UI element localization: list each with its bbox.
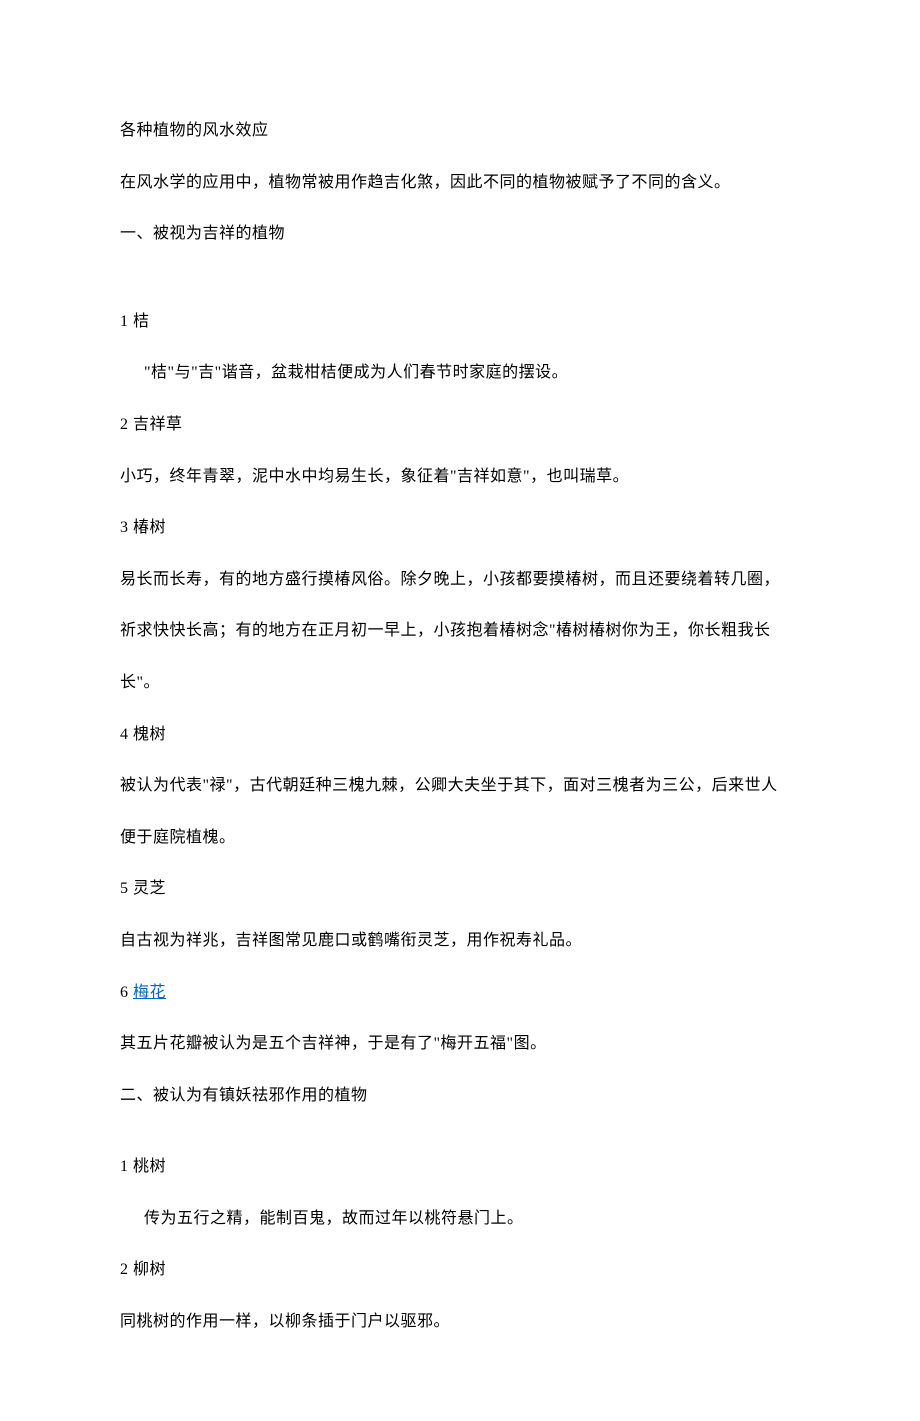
item-6-heading: 6 梅花	[120, 980, 800, 1006]
s2-item-1-desc: 传为五行之精，能制百鬼，故而过年以桃符悬门上。	[120, 1206, 800, 1232]
item-6-prefix: 6	[120, 984, 133, 1001]
document-page: 各种植物的风水效应 在风水学的应用中，植物常被用作趋吉化煞，因此不同的植物被赋予…	[0, 0, 920, 1421]
item-4-desc-line1: 被认为代表"禄"，古代朝廷种三槐九棘，公卿大夫坐于其下，面对三槐者为三公，后来世…	[120, 773, 800, 799]
s2-item-1-heading: 1 桃树	[120, 1154, 800, 1180]
spacer	[120, 1134, 800, 1154]
item-2-heading: 2 吉祥草	[120, 412, 800, 438]
spacer	[120, 273, 800, 309]
meihua-link[interactable]: 梅花	[133, 984, 166, 1001]
item-4-desc-line2: 便于庭院植槐。	[120, 825, 800, 851]
section-2-heading: 二、被认为有镇妖祛邪作用的植物	[120, 1083, 800, 1109]
item-2-desc: 小巧，终年青翠，泥中水中均易生长，象征着"吉祥如意"，也叫瑞草。	[120, 464, 800, 490]
s2-item-2-desc: 同桃树的作用一样，以柳条插于门户以驱邪。	[120, 1309, 800, 1335]
item-5-desc: 自古视为祥兆，吉祥图常见鹿口或鹤嘴衔灵芝，用作祝寿礼品。	[120, 928, 800, 954]
item-5-heading: 5 灵芝	[120, 876, 800, 902]
title: 各种植物的风水效应	[120, 118, 800, 144]
item-4-heading: 4 槐树	[120, 722, 800, 748]
section-1-heading: 一、被视为吉祥的植物	[120, 221, 800, 247]
item-3-desc-line2: 祈求快快长高；有的地方在正月初一早上，小孩抱着椿树念"椿树椿树你为王，你长粗我长	[120, 618, 800, 644]
item-3-desc-line1: 易长而长寿，有的地方盛行摸椿风俗。除夕晚上，小孩都要摸椿树，而且还要绕着转几圈，	[120, 567, 800, 593]
intro-paragraph: 在风水学的应用中，植物常被用作趋吉化煞，因此不同的植物被赋予了不同的含义。	[120, 170, 800, 196]
s2-item-2-heading: 2 柳树	[120, 1257, 800, 1283]
item-6-desc: 其五片花瓣被认为是五个吉祥神，于是有了"梅开五福"图。	[120, 1031, 800, 1057]
item-1-desc: "桔"与"吉"谐音，盆栽柑桔便成为人们春节时家庭的摆设。	[120, 360, 800, 386]
item-3-desc-line3: 长"。	[120, 670, 800, 696]
item-1-heading: 1 桔	[120, 309, 800, 335]
item-3-heading: 3 椿树	[120, 515, 800, 541]
